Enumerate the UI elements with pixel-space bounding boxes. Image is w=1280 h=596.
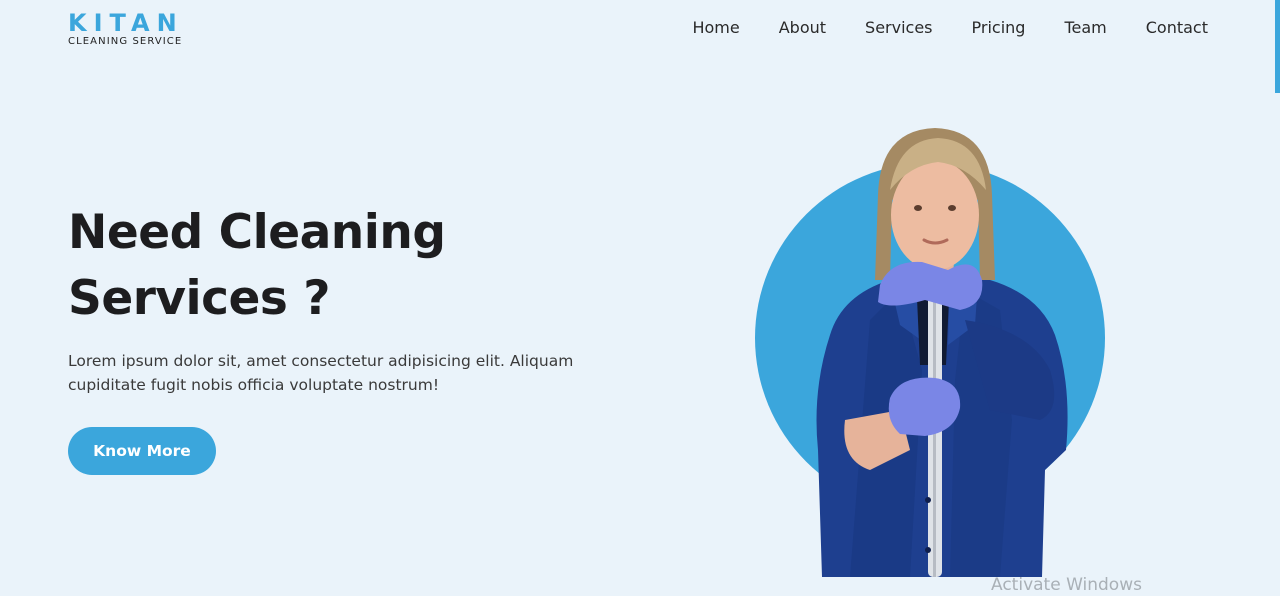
hero-description-line-1: Lorem ipsum dolor sit, amet consectetur … [68, 352, 574, 370]
hero-description: Lorem ipsum dolor sit, amet consectetur … [68, 349, 608, 397]
hero-title: Need Cleaning Services ? [68, 200, 588, 332]
logo-wordmark: KITAN [68, 9, 184, 37]
nav-link-pricing[interactable]: Pricing [972, 17, 1026, 39]
main-nav: Home About Services Pricing Team Contact [653, 17, 1208, 39]
hero-description-line-2: cupiditate fugit nobis officia voluptate… [68, 376, 440, 394]
know-more-button[interactable]: Know More [68, 427, 216, 475]
nav-link-services[interactable]: Services [865, 17, 932, 39]
hero-title-line-1: Need Cleaning [68, 205, 446, 260]
navbar: KITAN CLEANING SERVICE Home About Servic… [0, 0, 1280, 60]
nav-link-home[interactable]: Home [692, 17, 739, 39]
nav-link-team[interactable]: Team [1064, 17, 1106, 39]
nav-link-contact[interactable]: Contact [1146, 17, 1208, 39]
scrollbar-thumb[interactable] [1275, 0, 1280, 93]
nav-link-about[interactable]: About [779, 17, 826, 39]
logo[interactable]: KITAN CLEANING SERVICE [68, 10, 184, 48]
activate-windows-watermark: Activate Windows [991, 575, 1142, 595]
logo-tagline: CLEANING SERVICE [68, 36, 183, 47]
hero-illustration [755, 128, 1105, 577]
hero-title-line-2: Services ? [68, 271, 331, 326]
